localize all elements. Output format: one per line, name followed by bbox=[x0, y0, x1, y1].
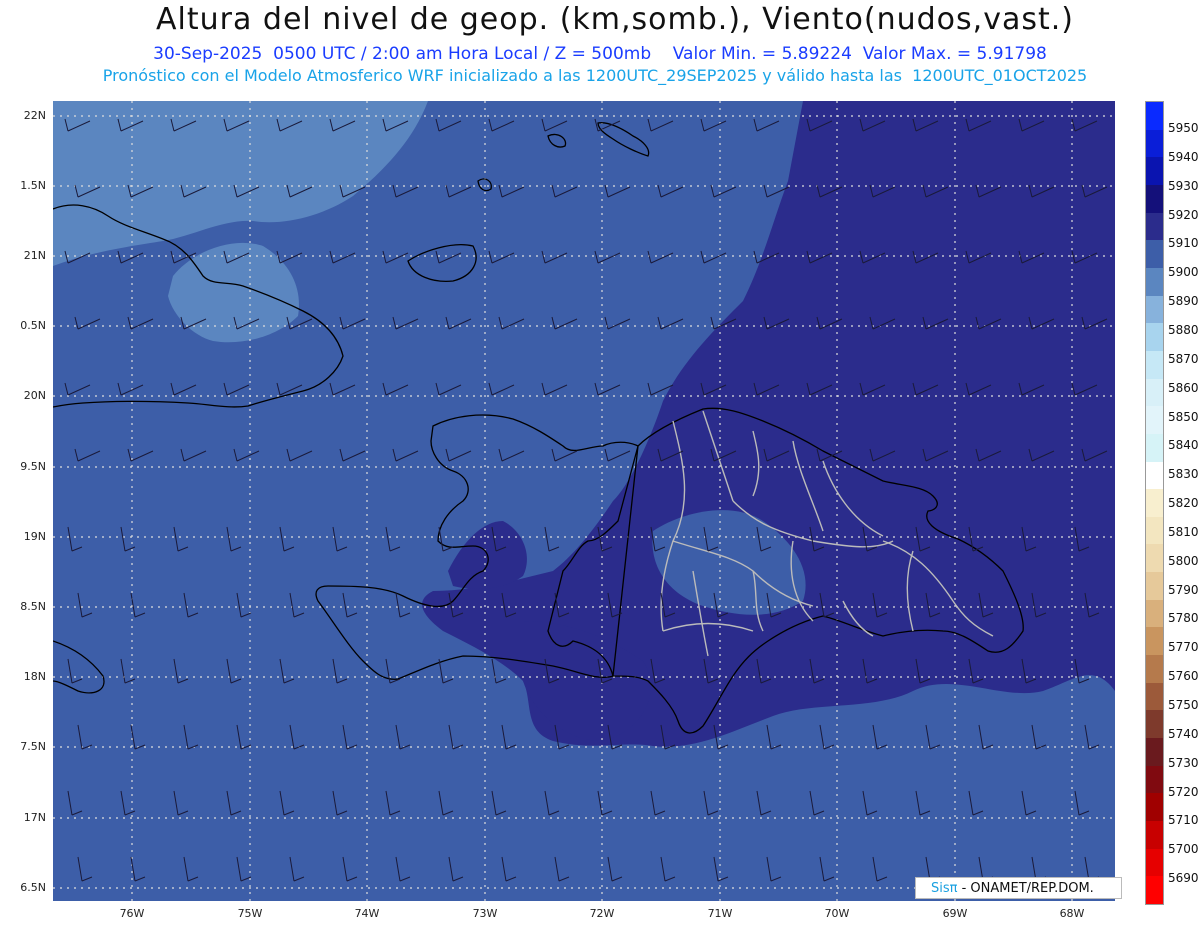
longitude-label: 75W bbox=[237, 907, 263, 920]
latitude-label: 18N bbox=[23, 670, 46, 683]
sispi-logo-text: Sisπ bbox=[931, 881, 958, 896]
latitude-label: 17N bbox=[23, 811, 46, 824]
colorbar-label: 5850 bbox=[1168, 409, 1199, 424]
colorbar-label: 5840 bbox=[1168, 438, 1199, 453]
colorbar-cell bbox=[1146, 710, 1163, 739]
colorbar-label: 5750 bbox=[1168, 698, 1199, 712]
longitude-label: 73W bbox=[472, 907, 498, 920]
colorbar-label: 5930 bbox=[1168, 178, 1199, 193]
colorbar-label: 5950 bbox=[1168, 121, 1199, 135]
map-canvas[interactable] bbox=[53, 101, 1115, 901]
latitude-label: 19N bbox=[23, 530, 46, 543]
colorbar-label: 5860 bbox=[1168, 380, 1199, 395]
colorbar-cell bbox=[1146, 655, 1163, 684]
colorbar-cell bbox=[1146, 267, 1163, 297]
latitude-label: 8.5N bbox=[20, 600, 46, 613]
colorbar-cell bbox=[1146, 461, 1163, 490]
colorbar-cell bbox=[1146, 406, 1163, 435]
colorbar-cell bbox=[1146, 184, 1163, 214]
colorbar-cell bbox=[1146, 350, 1163, 380]
colorbar-cell bbox=[1146, 516, 1163, 545]
colorbar-label: 5710 bbox=[1168, 813, 1199, 828]
latitude-label: 22N bbox=[23, 109, 46, 122]
colorbar-label: 5820 bbox=[1168, 496, 1199, 511]
colorbar-label: 5900 bbox=[1168, 265, 1199, 280]
colorbar-cell bbox=[1146, 129, 1163, 158]
colorbar-cell bbox=[1146, 433, 1163, 462]
colorbar-label: 5740 bbox=[1168, 726, 1199, 741]
colorbar-label: 5770 bbox=[1168, 640, 1199, 655]
colorbar-label: 5700 bbox=[1168, 842, 1199, 857]
latitude-label: 1.5N bbox=[20, 179, 46, 192]
latitude-label: 0.5N bbox=[20, 319, 46, 332]
longitude-label: 69W bbox=[942, 907, 968, 920]
latitude-label: 20N bbox=[23, 389, 46, 402]
colorbar-cell bbox=[1146, 821, 1163, 850]
longitude-label: 70W bbox=[824, 907, 850, 920]
colorbar-cell bbox=[1146, 738, 1163, 767]
colorbar-cell bbox=[1146, 102, 1163, 131]
map-subtitle-time: 30-Sep-2025 0500 UTC / 2:00 am Hora Loca… bbox=[153, 44, 1047, 64]
map-subtitle-model: Pronóstico con el Modelo Atmosferico WRF… bbox=[102, 66, 1088, 85]
forecast-map[interactable] bbox=[53, 101, 1115, 901]
colorbar-label: 5690 bbox=[1168, 871, 1199, 886]
latitude-label: 7.5N bbox=[20, 740, 46, 753]
credit-org: - ONAMET/REP.DOM. bbox=[957, 881, 1094, 896]
colorbar-cell bbox=[1146, 682, 1163, 711]
longitude-label: 76W bbox=[119, 907, 145, 920]
colorbar-label: 5830 bbox=[1168, 467, 1199, 482]
colorbar-cell bbox=[1146, 572, 1163, 601]
colorbar-cell bbox=[1146, 489, 1163, 518]
colorbar-cell bbox=[1146, 295, 1163, 324]
colorbar-cell bbox=[1146, 627, 1163, 656]
longitude-label: 71W bbox=[707, 907, 733, 920]
colorbar-label: 5910 bbox=[1168, 236, 1199, 251]
latitude-label: 6.5N bbox=[20, 881, 46, 894]
colorbar-label: 5760 bbox=[1168, 669, 1199, 684]
colorbar-label: 5800 bbox=[1168, 553, 1199, 568]
colorbar-label: 5790 bbox=[1168, 582, 1199, 597]
colorbar-cell bbox=[1146, 378, 1163, 407]
credit-badge: Sisπ - ONAMET/REP.DOM. bbox=[915, 877, 1122, 899]
longitude-label: 74W bbox=[354, 907, 380, 920]
colorbar-cell bbox=[1146, 848, 1163, 877]
map-title: Altura del nivel de geop. (km,somb.), Vi… bbox=[156, 2, 1074, 37]
colorbar-label: 5720 bbox=[1168, 784, 1199, 799]
colorbar-label: 5730 bbox=[1168, 755, 1199, 770]
colorbar-cell bbox=[1146, 793, 1163, 822]
colorbar-label: 5920 bbox=[1168, 207, 1199, 222]
colorbar-label: 5940 bbox=[1168, 149, 1199, 164]
latitude-label: 9.5N bbox=[20, 460, 46, 473]
colorbar-cell bbox=[1146, 157, 1163, 186]
colorbar-cell bbox=[1146, 876, 1163, 905]
colorbar-label: 5890 bbox=[1168, 294, 1199, 309]
colorbar-cell bbox=[1146, 765, 1163, 794]
colorbar-label: 5780 bbox=[1168, 611, 1199, 626]
latitude-label: 21N bbox=[23, 249, 46, 262]
colorbar-label: 5870 bbox=[1168, 351, 1199, 366]
colorbar-cell bbox=[1146, 599, 1163, 628]
colorbar-label: 5880 bbox=[1168, 322, 1199, 337]
colorbar-cell bbox=[1146, 212, 1163, 241]
colorbar-label: 5810 bbox=[1168, 524, 1199, 539]
colorbar-cell bbox=[1146, 323, 1163, 352]
colorbar-cell bbox=[1146, 544, 1163, 573]
colorbar-cell bbox=[1146, 240, 1163, 269]
colorbar bbox=[1145, 101, 1164, 905]
longitude-label: 68W bbox=[1059, 907, 1085, 920]
longitude-label: 72W bbox=[589, 907, 615, 920]
